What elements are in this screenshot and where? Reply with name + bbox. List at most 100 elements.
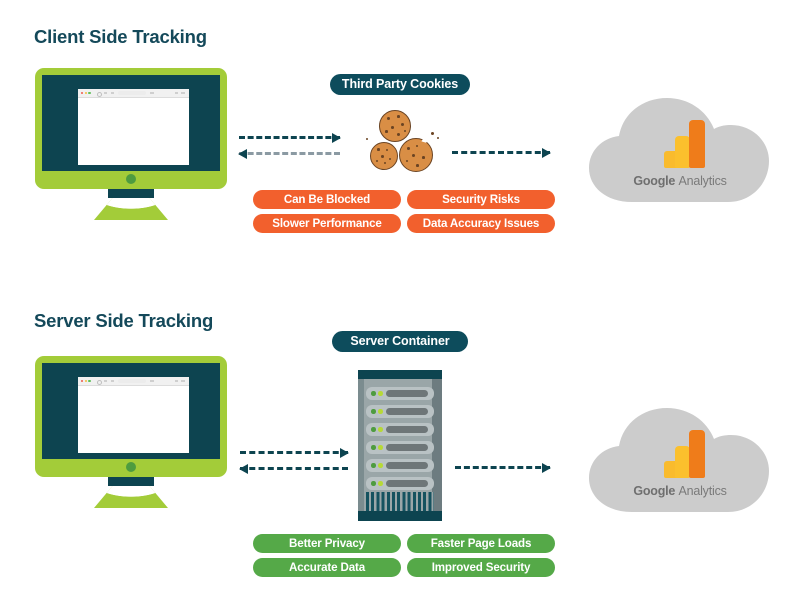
tag-security-risks: Security Risks	[407, 190, 555, 209]
brand-analytics: Analytics	[678, 484, 727, 498]
cookie-crumb-icon	[431, 132, 434, 135]
tag-slower-performance: Slower Performance	[253, 214, 401, 233]
brand-analytics: Analytics	[678, 174, 727, 188]
google-analytics-cloud-icon: Google Analytics	[585, 98, 775, 208]
slot-drive-bar	[386, 390, 428, 397]
server-chassis	[358, 379, 442, 512]
browser-menu-icon	[175, 92, 178, 94]
arrow-shaft	[452, 151, 550, 154]
arrow-head-icon	[542, 462, 551, 473]
monitor-bezel	[35, 68, 227, 189]
cookie-crumb-icon	[437, 137, 440, 140]
slot-status-led-green-icon	[371, 391, 376, 396]
slot-status-led-green-icon	[371, 445, 376, 450]
arrow-head-icon	[340, 447, 349, 458]
brand-google: Google	[633, 174, 676, 188]
server-slot	[366, 387, 434, 400]
arrow-head-icon	[238, 148, 247, 159]
monitor-stand	[94, 198, 168, 220]
client-drawbacks-tag-group: Can Be Blocked Security Risks Slower Per…	[253, 190, 555, 233]
cookie-whole-top-icon	[379, 110, 411, 142]
slot-drive-bar	[386, 408, 428, 415]
client-browser-monitor-icon	[35, 68, 227, 220]
browser-reload-icon	[97, 379, 102, 385]
cookie-crumb-icon	[366, 138, 369, 141]
slot-status-led-green-icon	[371, 481, 376, 486]
analytics-bar-tall	[689, 120, 705, 168]
browser-menu-icon	[175, 380, 178, 382]
browser-close-dot-icon	[81, 379, 84, 382]
arrow-head-icon	[542, 147, 551, 158]
browser-close-dot-icon	[81, 91, 84, 94]
monitor-power-led-icon	[126, 174, 136, 184]
slot-drive-bar	[386, 444, 428, 451]
slot-status-led-lime-icon	[378, 409, 383, 414]
tag-data-accuracy-issues: Data Accuracy Issues	[407, 214, 555, 233]
google-analytics-wordmark: Google Analytics	[585, 174, 775, 188]
browser-forward-icon	[111, 380, 114, 382]
browser-profile-icon	[181, 380, 185, 382]
third-party-cookies-label: Third Party Cookies	[330, 74, 470, 95]
monitor-screen	[42, 75, 220, 171]
analytics-bar-tall	[689, 430, 705, 478]
analytics-bar-medium	[675, 446, 690, 478]
server-to-monitor-response-arrow	[239, 463, 348, 474]
arrow-shaft	[239, 152, 340, 155]
arrow-shaft	[239, 136, 340, 139]
google-analytics-logo-icon	[664, 430, 706, 478]
browser-bookmark-icon	[150, 92, 154, 94]
server-top-cap	[358, 370, 442, 379]
server-slot	[366, 441, 434, 454]
tag-improved-security: Improved Security	[407, 558, 555, 577]
cookie-bitten-icon	[399, 138, 433, 172]
tag-better-privacy: Better Privacy	[253, 534, 401, 553]
analytics-bar-medium	[675, 136, 690, 168]
browser-minimize-dot-icon	[84, 91, 87, 94]
browser-address-bar	[118, 91, 146, 95]
slot-status-led-lime-icon	[378, 481, 383, 486]
slot-status-led-lime-icon	[378, 391, 383, 396]
arrow-shaft	[240, 451, 348, 454]
google-analytics-wordmark: Google Analytics	[585, 484, 775, 498]
browser-window-mock	[78, 89, 189, 165]
monitor-to-server-request-arrow	[240, 447, 349, 458]
monitor-neck	[108, 189, 154, 198]
browser-profile-icon	[181, 92, 185, 94]
monitor-neck	[108, 477, 154, 486]
server-slot	[366, 423, 434, 436]
slot-status-led-lime-icon	[378, 445, 383, 450]
browser-toolbar	[78, 89, 189, 98]
brand-google: Google	[633, 484, 676, 498]
cookies-to-monitor-response-arrow	[238, 148, 340, 159]
slot-status-led-lime-icon	[378, 463, 383, 468]
cookies-to-analytics-arrow	[452, 147, 551, 158]
server-ventilation-grille	[366, 492, 434, 512]
monitor-stand	[94, 486, 168, 508]
client-section-title: Client Side Tracking	[34, 26, 207, 47]
browser-forward-icon	[111, 92, 114, 94]
server-side-tracking-section: Server Side Tracking Server Container Go…	[0, 285, 800, 600]
browser-address-bar	[118, 379, 146, 383]
slot-status-led-green-icon	[371, 409, 376, 414]
monitor-bezel	[35, 356, 227, 477]
arrow-shaft	[455, 466, 550, 469]
cookies-icon	[366, 110, 444, 172]
server-base	[358, 511, 442, 521]
slot-drive-bar	[386, 426, 428, 433]
browser-maximize-dot-icon	[88, 379, 91, 382]
cookie-whole-bottom-left-icon	[370, 142, 398, 170]
slot-status-led-lime-icon	[378, 427, 383, 432]
tag-accurate-data: Accurate Data	[253, 558, 401, 577]
tag-can-be-blocked: Can Be Blocked	[253, 190, 401, 209]
server-benefits-tag-group: Better Privacy Faster Page Loads Accurat…	[253, 534, 555, 577]
monitor-power-led-icon	[126, 462, 136, 472]
browser-bookmark-icon	[150, 380, 154, 382]
server-slot	[366, 405, 434, 418]
browser-minimize-dot-icon	[84, 379, 87, 382]
client-side-tracking-section: Client Side Tracking Third Party Cookies…	[0, 0, 800, 290]
monitor-screen	[42, 363, 220, 459]
google-analytics-logo-icon	[664, 120, 706, 168]
server-to-analytics-arrow	[455, 462, 551, 473]
slot-drive-bar	[386, 480, 428, 487]
arrow-shaft	[240, 467, 348, 470]
